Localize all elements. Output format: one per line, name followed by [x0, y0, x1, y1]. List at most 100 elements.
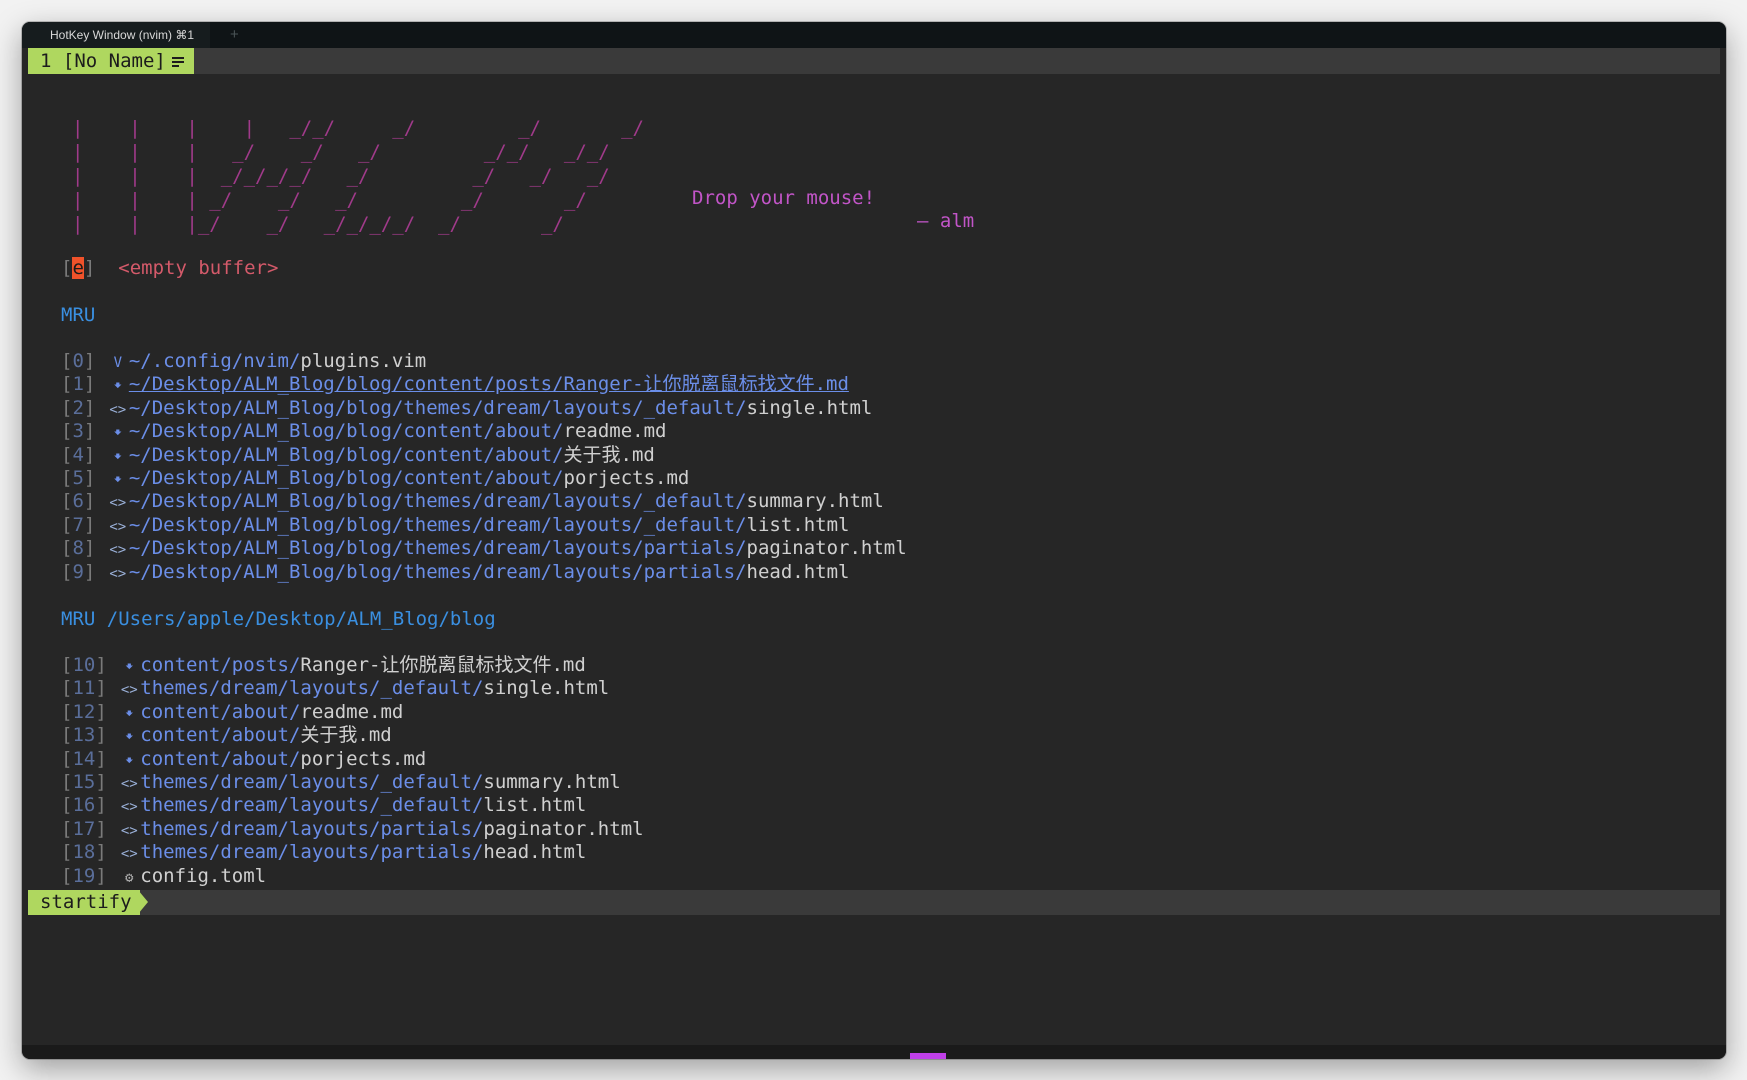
list-item[interactable]: [13] 🠻 content/about/关于我.md: [61, 722, 392, 748]
bracket-open: [: [61, 654, 73, 676]
file-name: summary.html: [483, 771, 621, 793]
list-item[interactable]: [16] <> themes/dream/layouts/_default/lis…: [61, 792, 586, 818]
list-item[interactable]: [3] 🠻 ~/Desktop/ALM_Blog/blog/content/abo…: [61, 418, 666, 444]
list-item[interactable]: [18] <> themes/dream/layouts/partials/hea…: [61, 839, 586, 865]
nvim-tabline: 1 [No Name]: [28, 48, 1720, 74]
list-item[interactable]: [5] 🠻 ~/Desktop/ALM_Blog/blog/content/abo…: [61, 465, 689, 491]
file-path: themes/dream/layouts/partials/: [140, 817, 484, 840]
item-index: 2: [72, 396, 84, 419]
item-index: 13: [72, 724, 96, 747]
item-index: 3: [72, 420, 84, 443]
bracket-open: [: [61, 443, 73, 466]
bracket-open: [: [61, 747, 73, 770]
file-path: themes/dream/layouts/_default/: [140, 677, 484, 700]
bracket-open: [: [61, 864, 73, 887]
bracket-close: ]: [83, 490, 96, 513]
logo-line: | | | | _/_/ _/ _/ _/: [72, 117, 644, 139]
bracket-close: ]: [83, 467, 96, 489]
logo-line: | | | _/ _/ _/ _/ _/: [72, 189, 587, 211]
file-path: ~/.config/nvim/: [128, 350, 301, 372]
new-tab-button[interactable]: +: [230, 22, 239, 48]
file-path: themes/dream/layouts/_default/: [140, 771, 484, 793]
item-index: 18: [72, 841, 96, 864]
bracket-close: ]: [83, 396, 96, 419]
bracket-open: [: [61, 420, 73, 443]
file-name: porjects.md: [300, 747, 427, 770]
bracket-close: ]: [95, 654, 107, 676]
file-name: head.html: [746, 560, 850, 583]
bracket-close: ]: [83, 560, 96, 583]
list-item[interactable]: [2] <> ~/Desktop/ALM_Blog/blog/themes/dre…: [61, 395, 872, 421]
bracket-close: ]: [83, 513, 96, 536]
list-item[interactable]: [7] <> ~/Desktop/ALM_Blog/blog/themes/dre…: [61, 512, 849, 538]
window-tab[interactable]: HotKey Window (nvim) ⌘1: [22, 22, 211, 48]
file-path: ~/Desktop/ALM_Blog/blog/themes/dream/lay…: [128, 560, 747, 583]
file-name: porjects.md: [563, 467, 690, 489]
file-name: single.html: [746, 396, 873, 419]
file-name: readme.md: [300, 700, 404, 723]
list-item[interactable]: [15] <> themes/dream/layouts/_default/sum…: [61, 769, 621, 795]
list-item[interactable]: [6] <> ~/Desktop/ALM_Blog/blog/themes/dre…: [61, 488, 884, 514]
file-name: paginator.html: [483, 817, 644, 840]
file-path: ~/Desktop/ALM_Blog/blog/themes/dream/lay…: [128, 537, 747, 560]
empty-buffer-label: <empty buffer>: [118, 257, 279, 279]
list-item[interactable]: [9] <> ~/Desktop/ALM_Blog/blog/themes/dre…: [61, 559, 849, 585]
bracket-open: [: [61, 677, 73, 700]
list-icon: [171, 57, 184, 68]
bracket-close: ]: [95, 747, 107, 770]
list-item[interactable]: [0] V ~/.config/nvim/plugins.vim: [61, 348, 426, 374]
item-index: 6: [72, 490, 84, 513]
gear-icon: ⚙: [125, 869, 134, 886]
mode-indicator: startify: [28, 890, 140, 915]
empty-buffer-entry[interactable]: [e] <empty buffer>: [61, 255, 278, 281]
item-index: 7: [72, 513, 84, 536]
list-item[interactable]: [10] 🠻 content/posts/Ranger-让你脱离鼠标找文件.md: [61, 652, 586, 678]
list-item[interactable]: [4] 🠻 ~/Desktop/ALM_Blog/blog/content/abo…: [61, 442, 655, 468]
list-item[interactable]: [12] 🠻 content/about/readme.md: [61, 699, 403, 725]
list-item[interactable]: [11] <> themes/dream/layouts/_default/sin…: [61, 675, 609, 701]
item-index: 10: [72, 654, 96, 676]
bracket-close: ]: [95, 677, 107, 700]
list-item[interactable]: [14] 🠻 content/about/porjects.md: [61, 746, 426, 772]
file-path: ~/Desktop/ALM_Blog/blog/content/about/: [128, 443, 564, 466]
bracket-close: ]: [83, 420, 96, 443]
file-name: Ranger-让你脱离鼠标找文件.md: [300, 654, 586, 676]
list-item[interactable]: [1] 🠻 ~/Desktop/ALM_Blog/blog/content/pos…: [61, 371, 849, 397]
list-item[interactable]: [8] <> ~/Desktop/ALM_Blog/blog/themes/dre…: [61, 535, 907, 561]
item-index: 5: [72, 467, 84, 489]
mru-header: MRU: [61, 304, 96, 326]
logo-line: | | |_/ _/ _/_/_/_/ _/ _/: [72, 213, 564, 235]
file-name: list.html: [483, 794, 587, 817]
quote-text: Drop your mouse!: [692, 187, 876, 209]
item-index: 16: [72, 794, 96, 817]
bracket-open: [: [61, 537, 73, 560]
file-path: themes/dream/layouts/partials/: [140, 841, 484, 864]
file-name: list.html: [746, 513, 850, 536]
bracket-close: ]: [95, 700, 107, 723]
window-title: HotKey Window (nvim) ⌘1: [50, 28, 195, 42]
bracket-close: ]: [95, 794, 107, 817]
tab-no-name[interactable]: 1 [No Name]: [28, 48, 194, 74]
list-item[interactable]: [19] ⚙ config.toml: [61, 863, 266, 889]
powerline-arrow: [138, 890, 148, 914]
hotkey-indicator: [910, 1053, 946, 1059]
list-item[interactable]: [17] <> themes/dream/layouts/partials/pag…: [61, 816, 644, 842]
bracket-close: ]: [83, 537, 96, 560]
bracket-open: [: [61, 817, 73, 840]
file-name: readme.md: [563, 420, 667, 443]
logo-line: | | | _/ _/ _/ _/_/ _/_/: [72, 141, 610, 163]
bracket-open: [: [61, 841, 73, 864]
item-index: 11: [72, 677, 96, 700]
nvim-editor[interactable]: 1 [No Name] | | | | _/_/ _/ _/ _/| | | _…: [28, 48, 1720, 1045]
item-index: 9: [72, 560, 84, 583]
bottom-strip: [22, 1045, 1726, 1059]
item-index: 8: [72, 537, 84, 560]
bracket-close: ]: [95, 864, 107, 887]
bracket-open: [: [61, 513, 73, 536]
file-path: content/about/: [140, 724, 301, 747]
item-index: 0: [72, 350, 84, 372]
bracket-open: [: [61, 724, 73, 747]
file-name: 关于我.md: [563, 443, 655, 466]
quote-author: — alm: [917, 210, 975, 232]
file-name: plugins.vim: [300, 350, 427, 372]
